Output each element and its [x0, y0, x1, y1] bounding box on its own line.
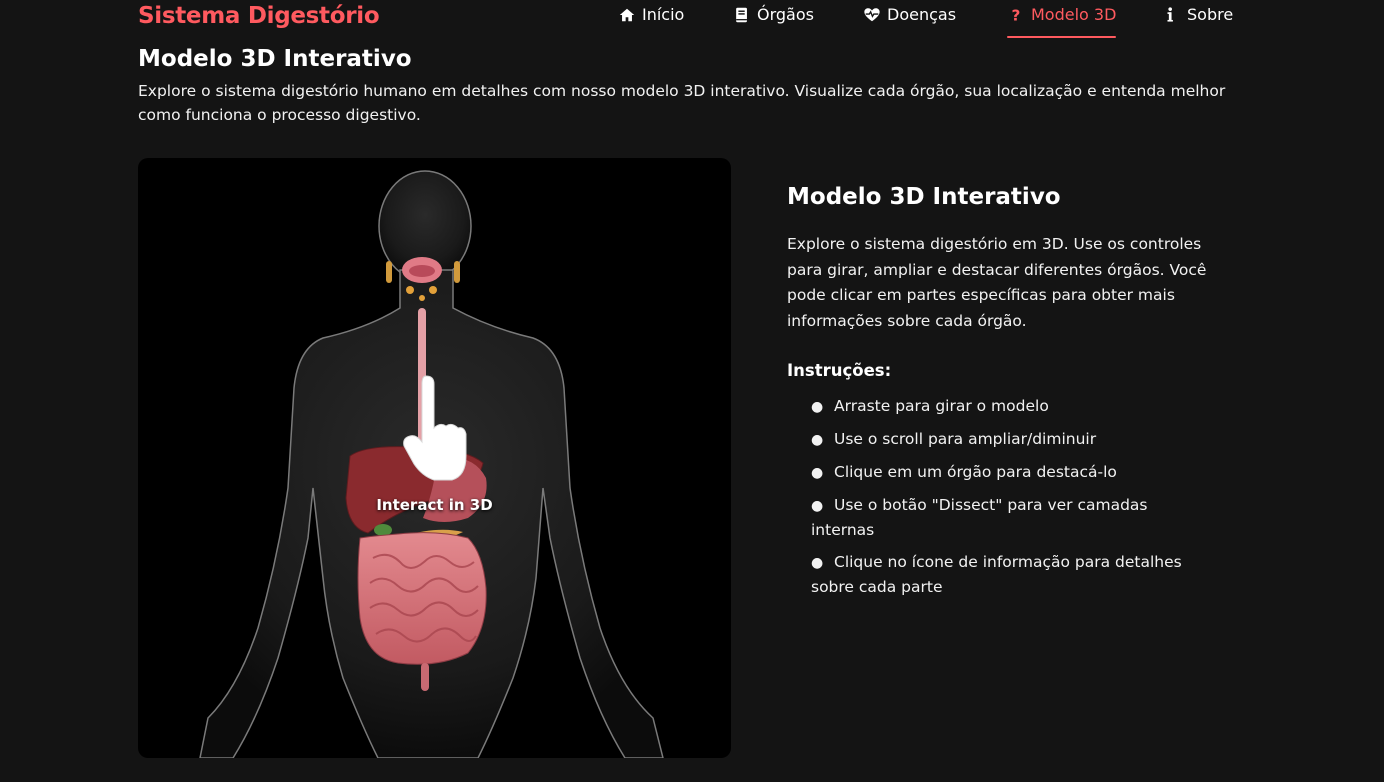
svg-text:?: ? [1012, 6, 1021, 24]
list-item: ● Arraste para girar o modelo [811, 394, 1211, 419]
instructions-list: ● Arraste para girar o modelo ● Use o scro… [811, 394, 1211, 599]
page-title: Modelo 3D Interativo [138, 46, 412, 72]
instruction-text: Arraste para girar o modelo [834, 396, 1049, 415]
instruction-text: Clique em um órgão para destacá-lo [834, 462, 1117, 481]
list-item: ● Use o botão "Dissect" para ver camadas … [811, 493, 1211, 542]
brand-logo[interactable]: Sistema Digestório [138, 3, 380, 29]
nav-label: Sobre [1187, 5, 1234, 24]
info-panel: Modelo 3D Interativo Explore o sistema d… [787, 184, 1227, 607]
instruction-text: Clique no ícone de informação para detal… [811, 552, 1182, 596]
info-icon [1163, 6, 1181, 24]
heart-pulse-icon [863, 6, 881, 24]
nav-label: Doenças [887, 5, 957, 24]
list-item: ● Use o scroll para ampliar/diminuir [811, 427, 1211, 452]
rectum [421, 663, 429, 691]
instruction-text: Use o scroll para ampliar/diminuir [834, 429, 1097, 448]
info-text: Explore o sistema digestório em 3D. Use … [787, 235, 1207, 331]
gallbladder [374, 524, 392, 536]
bullet-icon: ● [811, 398, 824, 415]
list-item: ● Clique no ícone de informação para deta… [811, 550, 1211, 599]
nav-label: Órgãos [757, 5, 814, 24]
question-icon: ? [1007, 6, 1025, 24]
instructions-title: Instruções: [787, 360, 892, 380]
nav-label: Modelo 3D [1031, 5, 1117, 24]
bullet-icon: ● [811, 554, 824, 571]
intestines [357, 532, 487, 665]
instruction-text: Use o botão "Dissect" para ver camadas i… [811, 495, 1148, 539]
page-description: Explore o sistema digestório humano em d… [138, 82, 1226, 124]
3d-model-viewer[interactable]: Interact in 3D [138, 158, 731, 758]
nav-inicio[interactable]: Início [618, 5, 684, 37]
nav-doencas[interactable]: Doenças [863, 5, 956, 37]
nav-modelo-3d[interactable]: ? Modelo 3D [1007, 5, 1117, 38]
nav-sobre[interactable]: Sobre [1163, 5, 1233, 37]
interact-label: Interact in 3D [376, 496, 493, 514]
nav-orgaos[interactable]: Órgãos [733, 5, 814, 37]
bullet-icon: ● [811, 464, 824, 481]
list-item: ● Clique em um órgão para destacá-lo [811, 460, 1211, 485]
nav-label: Início [642, 5, 685, 24]
bullet-icon: ● [811, 497, 824, 514]
human-body-model[interactable] [138, 158, 731, 758]
info-title: Modelo 3D Interativo [787, 184, 1061, 210]
home-icon [618, 6, 636, 24]
book-icon [733, 6, 751, 24]
bullet-icon: ● [811, 431, 824, 448]
